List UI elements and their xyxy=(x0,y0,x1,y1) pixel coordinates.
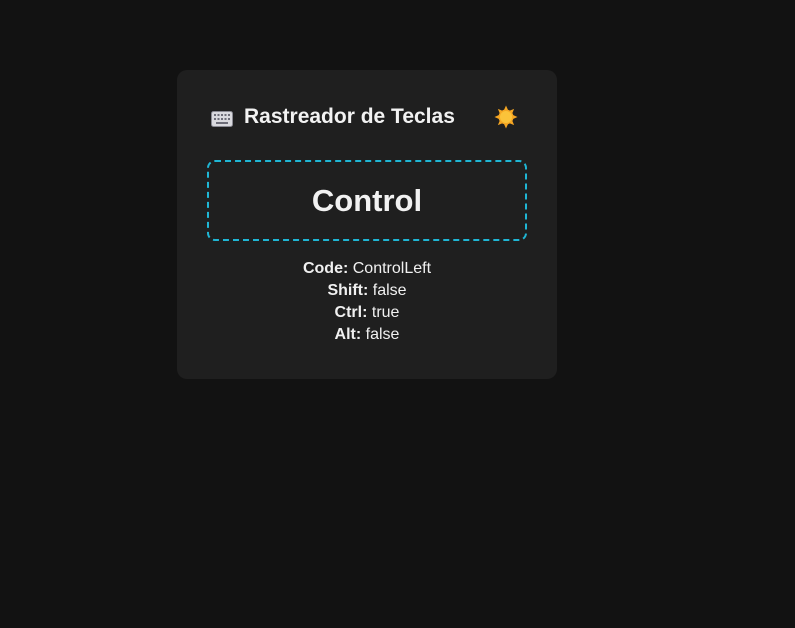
pressed-key-label: Control xyxy=(311,182,423,218)
detail-value: ControlLeft xyxy=(352,260,432,277)
keyboard-icon xyxy=(211,111,233,127)
detail-label: Code: xyxy=(302,260,349,277)
detail-row-alt: Alt: false xyxy=(177,324,557,346)
page-title: Rastreador de Teclas xyxy=(244,105,455,128)
detail-value: false xyxy=(372,282,407,299)
key-tracker-card: Rastreador de Teclas Control Code: Contr… xyxy=(177,70,557,379)
detail-value: false xyxy=(365,326,400,343)
key-details: Code: ControlLeft Shift: false Ctrl: tru… xyxy=(177,258,557,346)
detail-row-shift: Shift: false xyxy=(177,280,557,302)
theme-toggle-button[interactable] xyxy=(493,104,519,130)
detail-row-ctrl: Ctrl: true xyxy=(177,302,557,324)
detail-label: Ctrl: xyxy=(334,304,368,321)
card-header: Rastreador de Teclas xyxy=(177,70,557,162)
detail-row-code: Code: ControlLeft xyxy=(177,258,557,280)
detail-label: Shift: xyxy=(327,282,369,299)
detail-value: true xyxy=(371,304,400,321)
key-display-box: Control xyxy=(207,160,527,241)
detail-label: Alt: xyxy=(334,326,362,343)
sun-icon xyxy=(493,105,519,133)
